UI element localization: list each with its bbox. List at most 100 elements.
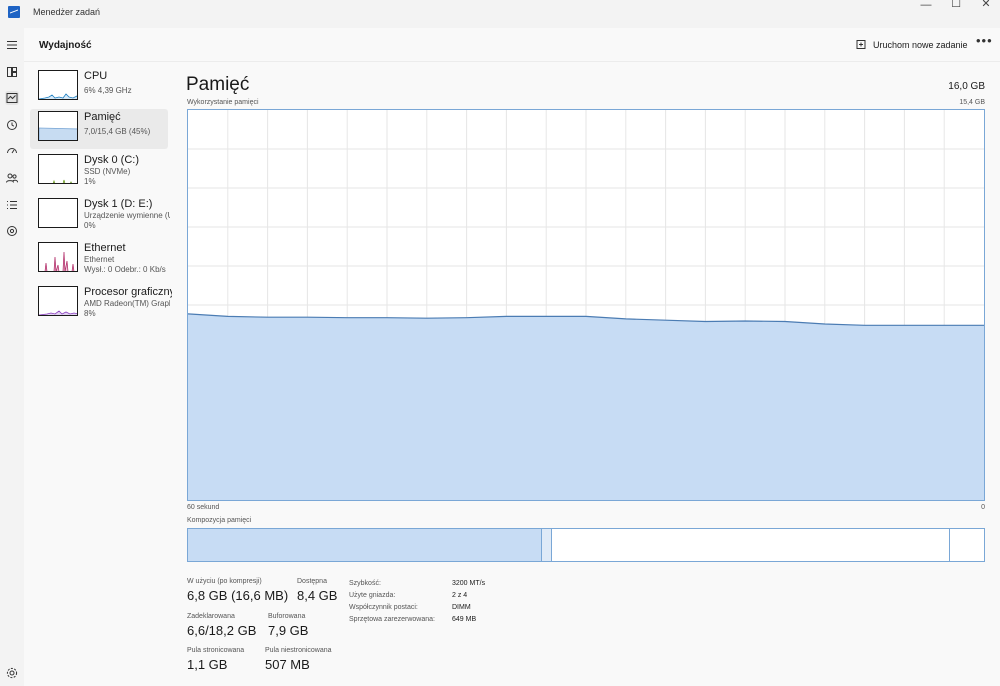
users-icon[interactable] [5, 171, 19, 185]
sidebar-item-disk-1[interactable]: Dysk 1 (D: E:) Urządzenie wymienne (U 0% [30, 196, 170, 236]
ethernet-sparkline [44, 251, 75, 271]
stat-nonpaged-pool: Pula niestronicowana 507 MB [265, 647, 332, 672]
sidebar-item-cpu-detail: 6% 4,39 GHz [84, 86, 132, 95]
composition-segment-standby[interactable] [551, 529, 950, 561]
performance-icon[interactable] [5, 91, 19, 105]
detail-key: Współczynnik postaci: [349, 604, 418, 611]
stat-paged-pool-value: 1,1 GB [187, 657, 228, 672]
detail-row-slots: Użyte gniazda: 2 z 4 [349, 590, 485, 602]
detail-key: Sprzętowa zarezerwowana: [349, 616, 435, 623]
sidebar-item-disk-0[interactable]: Dysk 0 (C:) SSD (NVMe) 1% [30, 152, 168, 192]
memory-sparkline [39, 127, 77, 140]
memory-thumbnail-graph [38, 111, 78, 141]
detail-row-speed: Szybkość: 3200 MT/s [349, 578, 485, 590]
stat-committed-value: 6,6/18,2 GB [187, 623, 257, 638]
detail-key: Szybkość: [349, 580, 381, 587]
settings-icon[interactable] [5, 666, 19, 680]
memory-composition-bar [187, 528, 985, 562]
sidebar-item-disk-0-label: Dysk 0 (C:) [84, 154, 139, 166]
sidebar-item-memory-label: Pamięć [84, 111, 121, 123]
sidebar-item-gpu-label: Procesor graficzny [84, 286, 176, 298]
memory-composition-label: Kompozycja pamięci [187, 517, 252, 524]
page-title: Pamięć [186, 74, 250, 95]
title-bar: Menedżer zadań — ☐ ✕ [0, 0, 1000, 28]
detail-row-form-factor: Współczynnik postaci: DIMM [349, 602, 485, 614]
memory-usage-chart [188, 110, 984, 500]
navigation-rail [0, 28, 24, 686]
section-title: Wydajność [39, 40, 92, 51]
stat-paged-pool: Pula stronicowana 1,1 GB [187, 647, 244, 672]
sidebar-item-disk-0-type: SSD (NVMe) [84, 167, 131, 176]
detail-value: 3200 MT/s [452, 580, 486, 587]
composition-segment-modified[interactable] [540, 529, 552, 561]
sidebar-item-cpu[interactable]: CPU 6% 4,39 GHz [30, 68, 168, 108]
processes-icon[interactable] [5, 65, 19, 79]
stat-committed: Zadeklarowana 6,6/18,2 GB [187, 613, 256, 638]
stat-in-use-value: 6,8 GB (16,6 MB) [187, 588, 289, 603]
details-icon[interactable] [5, 198, 19, 212]
sidebar-item-disk-1-usage: 0% [84, 221, 96, 230]
startup-apps-icon[interactable] [5, 144, 19, 158]
app-history-icon[interactable] [5, 118, 19, 132]
sidebar-item-disk-1-label: Dysk 1 (D: E:) [84, 198, 153, 210]
sidebar-item-gpu-usage: 8% [84, 309, 96, 318]
composition-segment-in-use[interactable] [188, 529, 541, 561]
sidebar-item-gpu[interactable]: Procesor graficzny AMD Radeon(TM) Graph … [30, 284, 175, 324]
detail-row-hardware-reserved: Sprzętowa zarezerwowana: 649 MB [349, 614, 485, 626]
stat-available-value: 8,4 GB [297, 588, 338, 603]
memory-total: 16,0 GB [948, 81, 985, 92]
stat-cached-label: Buforowana [268, 613, 306, 620]
stat-committed-label: Zadeklarowana [187, 613, 235, 620]
resource-sidebar: CPU 6% 4,39 GHz Pamięć 7,0/15,4 GB (45%)… [24, 62, 175, 686]
disk-0-thumbnail-graph [38, 154, 78, 184]
window-title: Menedżer zadań [33, 7, 101, 17]
sidebar-item-memory-detail: 7,0/15,4 GB (45%) [84, 127, 151, 136]
detail-value: 649 MB [452, 616, 477, 623]
sidebar-item-disk-0-usage: 1% [84, 177, 96, 186]
disk-1-thumbnail-graph [38, 198, 78, 228]
stat-paged-pool-label: Pula stronicowana [187, 647, 245, 654]
stat-nonpaged-pool-label: Pula niestronicowana [265, 647, 332, 654]
graph-time-end-label: 0 [981, 504, 985, 511]
memory-usage-graph-max: 15,4 GB [959, 99, 985, 106]
close-button[interactable]: ✕ [966, 0, 1000, 26]
sidebar-item-cpu-label: CPU [84, 70, 108, 82]
memory-panel: Pamięć 16,0 GB Wykorzystanie pamięci 15,… [172, 62, 1000, 686]
services-icon[interactable] [5, 224, 19, 238]
stat-in-use-label: W użyciu (po kompresji) [187, 578, 262, 585]
stat-in-use: W użyciu (po kompresji) 6,8 GB (16,6 MB) [187, 578, 288, 603]
sidebar-item-ethernet-adapter: Ethernet [84, 255, 115, 264]
detail-key: Użyte gniazda: [349, 592, 396, 599]
hamburger-menu-icon[interactable] [5, 38, 19, 52]
cpu-thumbnail-graph [38, 70, 78, 100]
stat-cached-value: 7,9 GB [268, 623, 309, 638]
stat-available: Dostępna 8,4 GB [297, 578, 337, 603]
detail-value: DIMM [452, 604, 471, 611]
sidebar-item-ethernet[interactable]: Ethernet Ethernet Wysł.: 0 Odebr.: 0 Kb/… [30, 240, 168, 280]
header-bar: Wydajność Uruchom nowe zadanie ••• [24, 28, 1000, 62]
sidebar-item-gpu-model: AMD Radeon(TM) Graph [84, 299, 170, 308]
sidebar-item-disk-1-type: Urządzenie wymienne (U [84, 211, 170, 220]
cpu-sparkline [39, 93, 77, 99]
composition-segment-free[interactable] [949, 529, 984, 561]
more-options-button[interactable]: ••• [976, 33, 993, 48]
ethernet-thumbnail-graph [38, 242, 78, 272]
task-manager-app-icon [8, 6, 20, 18]
sidebar-item-ethernet-label: Ethernet [84, 242, 126, 254]
gpu-thumbnail-graph [38, 286, 78, 316]
disk-1-sparkline [39, 199, 78, 228]
stat-nonpaged-pool-value: 507 MB [265, 657, 310, 672]
stat-available-label: Dostępna [297, 578, 327, 585]
detail-value: 2 z 4 [452, 592, 468, 599]
stat-cached: Buforowana 7,9 GB [268, 613, 308, 638]
disk-0-sparkline [52, 179, 72, 183]
memory-usage-area [188, 313, 984, 500]
sidebar-item-ethernet-throughput: Wysł.: 0 Odebr.: 0 Kb/s [84, 265, 166, 274]
memory-details-table: Szybkość: 3200 MT/s Użyte gniazda: 2 z 4… [349, 578, 485, 626]
run-new-task-button[interactable]: Uruchom nowe zadanie [856, 39, 968, 50]
graph-time-span-label: 60 sekund [187, 504, 220, 511]
run-new-task-label: Uruchom nowe zadanie [873, 39, 968, 50]
new-task-icon [856, 40, 866, 49]
sidebar-item-memory[interactable]: Pamięć 7,0/15,4 GB (45%) [30, 109, 168, 149]
memory-usage-graph [187, 109, 985, 501]
